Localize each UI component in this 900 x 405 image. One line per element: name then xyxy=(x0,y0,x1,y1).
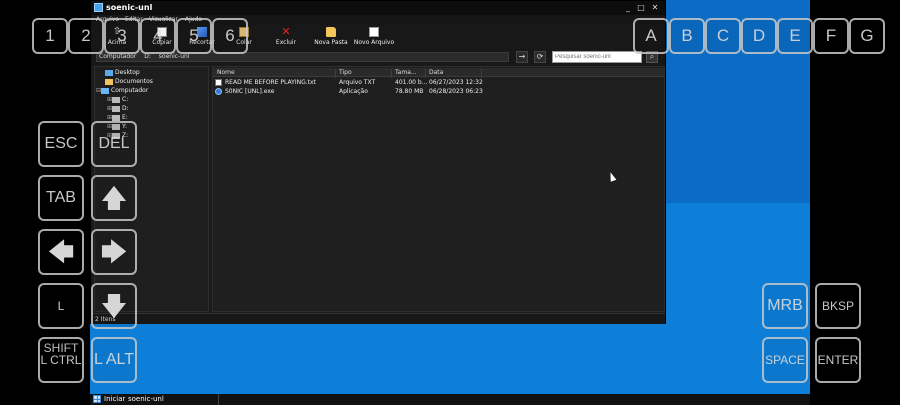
breadcrumb-drive[interactable]: D: xyxy=(144,53,151,60)
exe-file-icon xyxy=(215,88,222,95)
key-g[interactable]: G xyxy=(849,18,885,54)
key-lctrl[interactable]: L CTRL xyxy=(38,337,84,383)
arrow-left-icon: 🡄 xyxy=(47,237,75,267)
search-input[interactable] xyxy=(552,51,642,63)
key-3[interactable]: 3 xyxy=(104,18,140,54)
arrow-down-icon: 🡇 xyxy=(100,291,128,321)
tree-item-desktop[interactable]: Desktop xyxy=(105,69,140,76)
key-down[interactable]: 🡇 xyxy=(91,283,137,329)
key-right[interactable]: 🡆 xyxy=(91,229,137,275)
maximize-button[interactable]: □ xyxy=(636,3,646,13)
close-button[interactable]: ✕ xyxy=(650,3,660,13)
column-header-size[interactable]: Tama... xyxy=(395,69,417,76)
new-file-button[interactable]: Novo Arquivo xyxy=(353,27,395,46)
file-type: Aplicação xyxy=(339,88,368,95)
key-b[interactable]: B xyxy=(669,18,705,54)
key-f[interactable]: F xyxy=(813,18,849,54)
taskbar-divider xyxy=(218,394,219,405)
status-bar: 2 Itens xyxy=(91,313,665,324)
file-name: READ ME BEFORE PLAYING.txt xyxy=(225,79,316,86)
key-bksp[interactable]: BKSP xyxy=(815,283,861,329)
drive-icon xyxy=(112,96,120,103)
tree-item-documents[interactable]: Documentos xyxy=(105,78,153,85)
key-d[interactable]: D xyxy=(741,18,777,54)
drive-icon xyxy=(112,105,120,112)
key-esc[interactable]: ESC xyxy=(38,121,84,167)
key-space[interactable]: SPACE xyxy=(762,337,808,383)
column-divider[interactable] xyxy=(335,69,336,78)
start-label: Iniciar xyxy=(104,395,126,403)
new-folder-icon xyxy=(326,27,336,37)
delete-icon: ✕ xyxy=(281,25,291,38)
tree-item-drive-d[interactable]: ⊞ D: xyxy=(107,105,129,112)
tree-item-drive-e[interactable]: ⊞ E: xyxy=(107,114,128,121)
key-c[interactable]: C xyxy=(705,18,741,54)
key-up[interactable]: 🡅 xyxy=(91,175,137,221)
key-left[interactable]: 🡄 xyxy=(38,229,84,275)
column-divider[interactable] xyxy=(481,69,482,78)
column-header-type[interactable]: Tipo xyxy=(339,69,352,76)
file-size: 401.00 b... xyxy=(395,79,428,86)
key-lshift[interactable]: L SHIFT xyxy=(38,283,84,355)
arrow-right-icon: 🡆 xyxy=(100,237,128,267)
file-type: Arquivo TXT xyxy=(339,79,376,86)
start-button[interactable]: Iniciar xyxy=(93,395,125,403)
table-row[interactable]: S0NIC [UNL].exe Aplicação 78.80 MB 06/28… xyxy=(213,87,664,96)
go-arrow-icon[interactable]: → xyxy=(516,51,528,63)
tree-item-computer[interactable]: ⊟ Computador xyxy=(96,87,148,94)
documents-icon xyxy=(105,78,113,85)
delete-button[interactable]: ✕ Excluir xyxy=(274,25,298,46)
column-header-date[interactable]: Data xyxy=(429,69,443,76)
arrow-up-icon: 🡅 xyxy=(100,183,128,213)
key-enter[interactable]: ENTER xyxy=(815,337,861,383)
file-date: 06/28/2023 06:23 xyxy=(429,88,483,95)
breadcrumb-folder[interactable]: soenic-unl xyxy=(159,53,190,60)
refresh-icon[interactable]: ⟳ xyxy=(534,51,546,63)
key-e[interactable]: E xyxy=(777,18,813,54)
file-date: 06/27/2023 12:32 xyxy=(429,79,483,86)
text-file-icon xyxy=(215,79,222,86)
drive-icon xyxy=(112,114,120,121)
table-row[interactable]: READ ME BEFORE PLAYING.txt Arquivo TXT 4… xyxy=(213,78,664,87)
file-name: S0NIC [UNL].exe xyxy=(225,88,275,95)
key-del[interactable]: DEL xyxy=(91,121,137,167)
windows-logo-icon xyxy=(93,395,101,403)
key-tab[interactable]: TAB xyxy=(38,175,84,221)
key-1[interactable]: 1 xyxy=(32,18,68,54)
desktop-icon xyxy=(105,69,113,76)
title-bar[interactable]: soenic-unl _ □ ✕ xyxy=(91,1,665,15)
key-lalt[interactable]: L ALT xyxy=(91,337,137,383)
file-list-header: Nome Tipo Tama... Data xyxy=(213,68,664,78)
key-5[interactable]: 5 xyxy=(176,18,212,54)
new-folder-button[interactable]: Nova Pasta xyxy=(313,27,349,46)
breadcrumb-computer[interactable]: Computador xyxy=(99,53,136,60)
computer-icon xyxy=(101,87,109,94)
key-mrb[interactable]: MRB xyxy=(762,283,808,329)
key-2[interactable]: 2 xyxy=(68,18,104,54)
app-folder-icon xyxy=(94,3,103,12)
file-list-pane: Nome Tipo Tama... Data READ ME BEFORE PL… xyxy=(212,66,665,312)
key-a[interactable]: A xyxy=(633,18,669,54)
tree-item-drive-c[interactable]: ⊞ C: xyxy=(107,96,128,103)
key-4[interactable]: 4 xyxy=(140,18,176,54)
window-title: soenic-unl xyxy=(106,3,153,12)
taskbar: Iniciar soenic-unl xyxy=(90,394,810,405)
key-6[interactable]: 6 xyxy=(212,18,248,54)
column-divider[interactable] xyxy=(391,69,392,78)
column-divider[interactable] xyxy=(425,69,426,78)
new-file-icon xyxy=(369,27,379,37)
taskbar-item-explorer[interactable]: soenic-unl xyxy=(128,395,164,403)
file-size: 78.80 MB xyxy=(395,88,424,95)
minimize-button[interactable]: _ xyxy=(623,3,633,13)
column-header-name[interactable]: Nome xyxy=(217,69,235,76)
